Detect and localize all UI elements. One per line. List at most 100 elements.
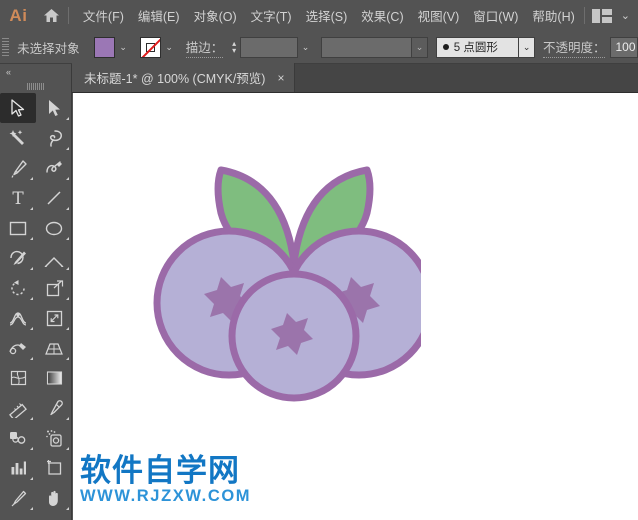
lasso-tool[interactable] (36, 123, 72, 153)
stroke-color-swatch[interactable] (139, 36, 161, 58)
collapse-panel-icon[interactable]: « (0, 64, 71, 80)
stroke-weight-stepper[interactable]: ▴ ▾ (228, 37, 240, 58)
stepper-down-icon[interactable]: ▾ (232, 47, 236, 55)
stroke-chevron-down-icon[interactable]: ⌄ (161, 37, 178, 58)
perspective-grid-tool[interactable] (36, 333, 72, 363)
menu-view[interactable]: 视图(V) (411, 2, 467, 29)
menu-edit[interactable]: 编辑(E) (131, 2, 187, 29)
stroke-swatch-group: ⌄ (139, 36, 178, 58)
control-bar: 未选择对象 ⌄ ⌄ 描边： ▴ ▾ ⌄ ⌄ 5 点圆形 ⌄ 不透明度： 100 (0, 31, 638, 64)
tool-grid-empty (36, 513, 72, 520)
menu-window[interactable]: 窗口(W) (466, 2, 525, 29)
tool-flyout-corner (30, 267, 33, 270)
zoom-tool[interactable] (0, 513, 36, 520)
brush-chevron-down-icon[interactable]: ⌄ (519, 36, 535, 58)
blend-tool[interactable] (0, 423, 36, 453)
slice-tool[interactable] (0, 483, 36, 513)
tool-flyout-corner (30, 417, 33, 420)
watermark: 软件自学网 WWW.RJZXW.COM (80, 456, 251, 505)
mesh-tool[interactable] (0, 363, 36, 393)
tool-flyout-corner (66, 267, 69, 270)
line-segment-tool[interactable] (36, 183, 72, 213)
tool-flyout-corner (30, 357, 33, 360)
hand-tool[interactable] (36, 483, 72, 513)
column-graph-tool[interactable] (0, 453, 36, 483)
selection-status-label: 未选择对象 (17, 41, 80, 56)
fill-color-swatch[interactable] (93, 36, 115, 58)
pen-tool[interactable] (0, 153, 36, 183)
tool-flyout-corner (66, 327, 69, 330)
menu-type[interactable]: 文字(T) (244, 2, 299, 29)
direct-selection-tool[interactable] (36, 93, 72, 123)
menu-bar: Ai 文件(F) 编辑(E) 对象(O) 文字(T) 选择(S) 效果(C) 视… (0, 0, 638, 31)
menubar-right-divider (583, 7, 585, 24)
tools-panel: « T (0, 64, 72, 520)
arrange-documents-icon[interactable] (591, 8, 612, 23)
fill-swatch-group: ⌄ (93, 36, 132, 58)
svg-text:T: T (12, 189, 24, 207)
stroke-profile-input[interactable] (321, 36, 413, 58)
stroke-weight-input[interactable] (240, 36, 298, 58)
free-transform-tool[interactable] (36, 303, 72, 333)
ellipse-tool[interactable] (36, 213, 72, 243)
tool-flyout-corner (66, 357, 69, 360)
menu-select[interactable]: 选择(S) (299, 2, 355, 29)
watermark-title: 软件自学网 (80, 453, 240, 489)
shaper-tool[interactable] (36, 243, 72, 273)
tool-flyout-corner (30, 237, 33, 240)
document-tab-bar: 未标题-1* @ 100% (CMYK/预览) × (72, 63, 638, 93)
shape-builder-tool[interactable] (0, 333, 36, 363)
close-icon[interactable]: × (277, 72, 284, 84)
brush-definition-input[interactable]: 5 点圆形 (435, 36, 520, 58)
stroke-weight-chevron-down-icon[interactable]: ⌄ (298, 37, 313, 58)
selection-tool[interactable] (0, 93, 36, 123)
tool-flyout-corner (66, 117, 69, 120)
illustrator-window: Ai 文件(F) 编辑(E) 对象(O) 文字(T) 选择(S) 效果(C) 视… (0, 0, 638, 520)
measure-tool[interactable] (0, 393, 36, 423)
document-tab-label: 未标题-1* @ 100% (CMYK/预览) (84, 72, 266, 86)
width-tool[interactable] (0, 303, 36, 333)
menu-file[interactable]: 文件(F) (76, 2, 131, 29)
menu-object[interactable]: 对象(O) (187, 2, 244, 29)
control-bar-grip[interactable] (2, 36, 10, 58)
magic-wand-tool[interactable] (0, 123, 36, 153)
scale-tool[interactable] (36, 273, 72, 303)
chevron-down-icon[interactable]: ⌄ (621, 9, 630, 22)
menubar-right-group: ⌄ (582, 7, 638, 24)
home-icon[interactable] (37, 0, 66, 31)
gradient-tool[interactable] (36, 363, 72, 393)
tool-flyout-corner (30, 177, 33, 180)
tool-flyout-corner (66, 417, 69, 420)
tool-flyout-corner (30, 447, 33, 450)
paintbrush-tool[interactable] (0, 243, 36, 273)
rotate-tool[interactable] (0, 273, 36, 303)
stroke-profile-chevron-down-icon[interactable]: ⌄ (412, 36, 428, 58)
berry-front (228, 270, 360, 402)
menu-help[interactable]: 帮助(H) (525, 2, 581, 29)
blueberries-illustration[interactable] (151, 155, 435, 410)
type-tool[interactable]: T (0, 183, 36, 213)
tool-flyout-corner (66, 237, 69, 240)
menu-effect[interactable]: 效果(C) (354, 2, 410, 29)
document-tab[interactable]: 未标题-1* @ 100% (CMYK/预览) × (72, 63, 295, 92)
brush-dot-icon (442, 44, 449, 50)
tool-flyout-corner (30, 327, 33, 330)
tool-flyout-corner (30, 207, 33, 210)
tools-panel-grip[interactable] (0, 80, 71, 93)
eyedropper-tool[interactable] (36, 393, 72, 423)
fill-chevron-down-icon[interactable]: ⌄ (115, 37, 132, 58)
tool-flyout-corner (30, 507, 33, 510)
opacity-label: 不透明度： (542, 37, 606, 58)
artboard-tool[interactable] (36, 453, 72, 483)
tool-flyout-corner (66, 507, 69, 510)
watermark-url: WWW.RJZXW.COM (80, 487, 252, 505)
tool-flyout-corner (30, 297, 33, 300)
tool-flyout-corner (66, 297, 69, 300)
tool-flyout-corner (66, 147, 69, 150)
curvature-tool[interactable] (36, 153, 72, 183)
rectangle-tool[interactable] (0, 213, 36, 243)
tool-flyout-corner (30, 477, 33, 480)
symbol-sprayer-tool[interactable] (36, 423, 72, 453)
opacity-input[interactable]: 100 (610, 36, 638, 58)
app-logo: Ai (9, 5, 28, 25)
